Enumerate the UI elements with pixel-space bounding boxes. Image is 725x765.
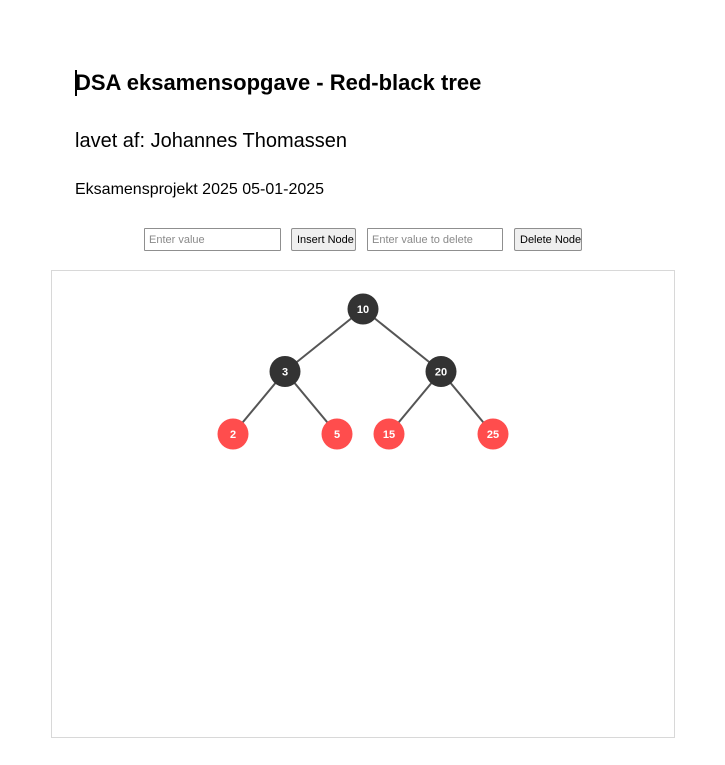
page-title: DSA eksamensopgave - Red-black tree (75, 70, 482, 95)
tree-node-25: 25 (477, 418, 509, 450)
tree-node-10: 10 (347, 293, 379, 325)
node-value-label: 10 (357, 304, 369, 316)
tree-node-5: 5 (321, 418, 353, 450)
delete-value-input[interactable] (367, 228, 503, 251)
node-value-label: 3 (282, 367, 288, 379)
node-value-label: 20 (435, 367, 447, 379)
tree-node-3: 3 (269, 356, 301, 387)
tree-nodes: 2 5315 252010 (217, 293, 509, 450)
tree-node-20: 20 (425, 356, 457, 387)
node-value-label: 5 (334, 429, 340, 441)
tree-svg: 2 5315 252010 (217, 293, 509, 450)
page: DSA eksamensopgave - Red-black tree lave… (0, 0, 725, 765)
delete-node-button[interactable]: Delete Node (514, 228, 582, 251)
author-line: lavet af: Johannes Thomassen (75, 130, 348, 152)
tree-canvas: 2 5 3 15 25 20 10 (51, 270, 675, 738)
tree-controls: Insert Node Delete Node (0, 228, 725, 252)
insert-node-button[interactable]: Insert Node (291, 228, 356, 251)
tree-node-15: 15 (373, 418, 405, 450)
insert-value-input[interactable] (144, 228, 281, 251)
node-value-label: 15 (383, 429, 395, 441)
project-subtitle: Eksamensprojekt 2025 05-01-2025 (75, 181, 325, 198)
tree-node-2: 2 (217, 418, 249, 450)
node-value-label: 2 (230, 429, 236, 441)
node-value-label: 25 (487, 429, 499, 441)
